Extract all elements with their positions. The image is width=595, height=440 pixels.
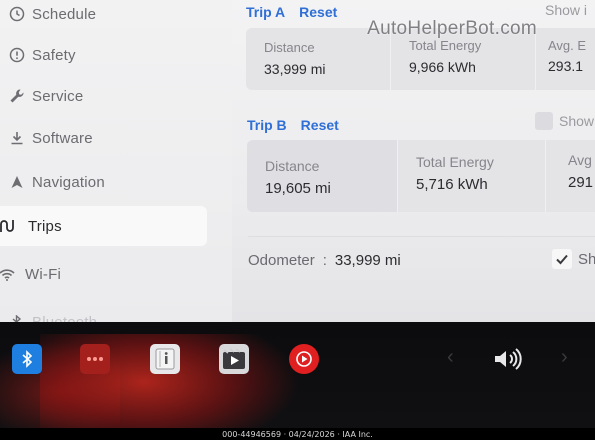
sidebar-item-label: Wi-Fi <box>25 265 61 283</box>
sidebar-item-label: Safety <box>32 46 76 64</box>
taskbar: ‹ › <box>0 322 595 428</box>
sidebar-item-label: Schedule <box>32 5 97 23</box>
image-caption: 000-44946569 · 04/24/2026 · IAA Inc. <box>0 428 595 440</box>
trips-icon <box>0 215 18 237</box>
sidebar-item-label: Bluetooth <box>32 313 98 323</box>
trips-panel: Trip A Reset Show i Distance 33,999 mi T… <box>232 0 595 322</box>
total-energy-label: Total Energy <box>409 38 482 53</box>
trip-b-header: Trip B Reset <box>247 117 339 133</box>
distance-label: Distance <box>264 40 315 55</box>
trip-a-avg-cell: Avg. E 293.1 <box>536 28 595 90</box>
odometer-show-toggle[interactable]: Sh <box>552 249 595 269</box>
odometer-show-label: Sh <box>578 250 595 268</box>
trip-b-show-checkbox[interactable] <box>535 112 553 130</box>
trip-a-header: Trip A Reset <box>246 4 337 20</box>
sidebar-item-label: Service <box>32 87 84 105</box>
odometer-label: Odometer <box>248 252 315 269</box>
avg-energy-label: Avg <box>568 152 592 168</box>
sidebar-item-label: Navigation <box>32 173 105 191</box>
settings-sidebar: Schedule Safety Service Software Navigat… <box>0 0 232 322</box>
total-energy-value: 5,716 kWh <box>416 176 488 193</box>
alert-circle-icon <box>6 44 28 66</box>
trip-b-energy-cell: Total Energy 5,716 kWh <box>398 140 546 212</box>
media-player-icon[interactable] <box>219 344 249 374</box>
section-divider <box>248 236 595 237</box>
chevron-right-icon[interactable]: › <box>561 346 568 369</box>
trip-b-title: Trip B <box>247 117 287 133</box>
watermark: AutoHelperBot.com <box>367 18 537 39</box>
odometer-row: Odometer : 33,999 mi <box>248 252 401 269</box>
distance-label: Distance <box>265 158 320 174</box>
settings-screen: Schedule Safety Service Software Navigat… <box>0 0 595 322</box>
sidebar-item-software[interactable]: Software <box>0 118 210 158</box>
avg-energy-value: 291 <box>568 174 594 191</box>
odometer-show-checkbox[interactable] <box>552 249 572 269</box>
youtube-music-icon[interactable] <box>289 344 319 374</box>
wrench-icon <box>6 85 28 107</box>
trip-a-reset-button[interactable]: Reset <box>299 4 337 20</box>
avg-energy-label: Avg. E <box>548 38 587 53</box>
manual-icon[interactable] <box>150 344 180 374</box>
distance-value: 19,605 mi <box>265 180 331 197</box>
clock-icon <box>6 3 28 25</box>
trip-b-show-label: Show <box>559 113 595 129</box>
trip-b-show-toggle[interactable]: Show <box>535 112 594 130</box>
wifi-icon <box>0 263 18 285</box>
trip-a-show-label: Show i <box>545 2 588 18</box>
total-energy-value: 9,966 kWh <box>409 59 476 75</box>
sidebar-item-schedule[interactable]: Schedule <box>0 0 210 34</box>
sidebar-item-label: Software <box>32 129 93 147</box>
navigation-arrow-icon <box>6 171 28 193</box>
trip-b-card: Distance 19,605 mi Total Energy 5,716 kW… <box>247 140 595 212</box>
avg-energy-value: 293.1 <box>548 58 584 74</box>
volume-icon[interactable] <box>490 344 526 374</box>
chevron-left-icon[interactable]: ‹ <box>447 346 454 369</box>
sidebar-item-navigation[interactable]: Navigation <box>0 162 210 202</box>
trip-b-reset-button[interactable]: Reset <box>301 117 339 133</box>
total-energy-label: Total Energy <box>416 154 494 170</box>
sidebar-item-bluetooth[interactable]: Bluetooth <box>0 302 210 322</box>
sidebar-item-label: Trips <box>28 217 62 235</box>
trip-b-distance-cell: Distance 19,605 mi <box>247 140 398 212</box>
bluetooth-icon[interactable] <box>12 344 42 374</box>
checkmark-icon <box>556 254 568 265</box>
trip-a-title: Trip A <box>246 4 286 20</box>
distance-value: 33,999 mi <box>264 61 326 77</box>
trip-b-avg-cell: Avg 291 <box>546 140 595 212</box>
bluetooth-icon <box>6 311 28 322</box>
odometer-value: 33,999 mi <box>334 252 401 269</box>
sidebar-item-wifi[interactable]: Wi-Fi <box>0 254 210 294</box>
sidebar-item-service[interactable]: Service <box>0 76 210 116</box>
sidebar-item-safety[interactable]: Safety <box>0 35 210 75</box>
trip-a-show-toggle[interactable]: Show i <box>545 2 587 18</box>
sidebar-item-trips[interactable]: Trips <box>0 206 207 246</box>
odometer-separator: : <box>322 252 327 269</box>
more-apps-icon[interactable] <box>80 344 110 374</box>
download-icon <box>6 127 28 149</box>
